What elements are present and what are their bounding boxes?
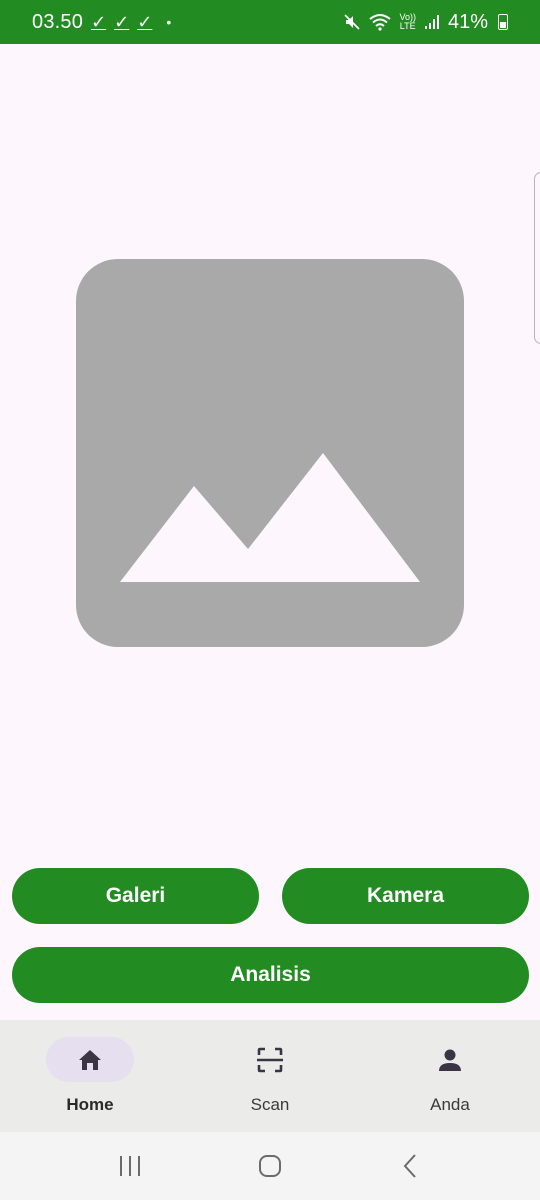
check-icon: ✓ (114, 11, 130, 32)
scan-icon (257, 1047, 283, 1072)
kamera-button[interactable]: Kamera (282, 868, 529, 924)
system-navigation-bar (0, 1132, 540, 1200)
home-icon (79, 1049, 101, 1070)
bottom-navigation: Home Scan Anda (0, 1020, 540, 1132)
mute-icon (344, 14, 361, 30)
nav-label-home: Home (66, 1095, 114, 1114)
home-system-button[interactable] (250, 1146, 290, 1186)
nav-pill-home (46, 1037, 134, 1082)
home-circle-icon (259, 1155, 281, 1177)
edge-panel-handle[interactable] (534, 172, 540, 344)
analisis-button[interactable]: Analisis (12, 947, 529, 1003)
image-placeholder-icon (120, 453, 420, 582)
battery-icon (498, 14, 508, 30)
nav-label-scan: Scan (250, 1095, 290, 1114)
recent-apps-button[interactable] (110, 1146, 150, 1186)
notification-dot: • (166, 14, 172, 30)
nav-label-anda: Anda (430, 1095, 470, 1114)
nav-item-scan[interactable]: Scan (180, 1020, 360, 1132)
status-time: 03.50 (32, 10, 84, 33)
volte-lte-icon: Vo)) LTE (399, 13, 416, 31)
nav-pill-scan (226, 1037, 314, 1082)
signal-icon (424, 15, 439, 29)
status-left: 03.50 ✓ ✓ ✓ • (32, 11, 171, 34)
check-icon: ✓ (91, 11, 107, 32)
status-right: Vo)) LTE 41% (343, 11, 508, 34)
back-system-button[interactable] (390, 1146, 430, 1186)
nav-item-home[interactable]: Home (0, 1020, 180, 1132)
back-icon (403, 1154, 416, 1178)
person-icon (439, 1049, 461, 1071)
wifi-icon (369, 14, 392, 31)
galeri-button[interactable]: Galeri (12, 868, 259, 924)
status-bar: 03.50 ✓ ✓ ✓ • Vo)) LTE 41% (0, 0, 540, 44)
battery-percent: 41% (447, 10, 488, 33)
nav-item-anda[interactable]: Anda (360, 1020, 540, 1132)
image-preview (76, 259, 464, 647)
nav-pill-anda (406, 1037, 494, 1082)
check-icon: ✓ (137, 11, 153, 32)
recent-apps-icon (120, 1156, 140, 1176)
lte-label: LTE (399, 21, 416, 31)
